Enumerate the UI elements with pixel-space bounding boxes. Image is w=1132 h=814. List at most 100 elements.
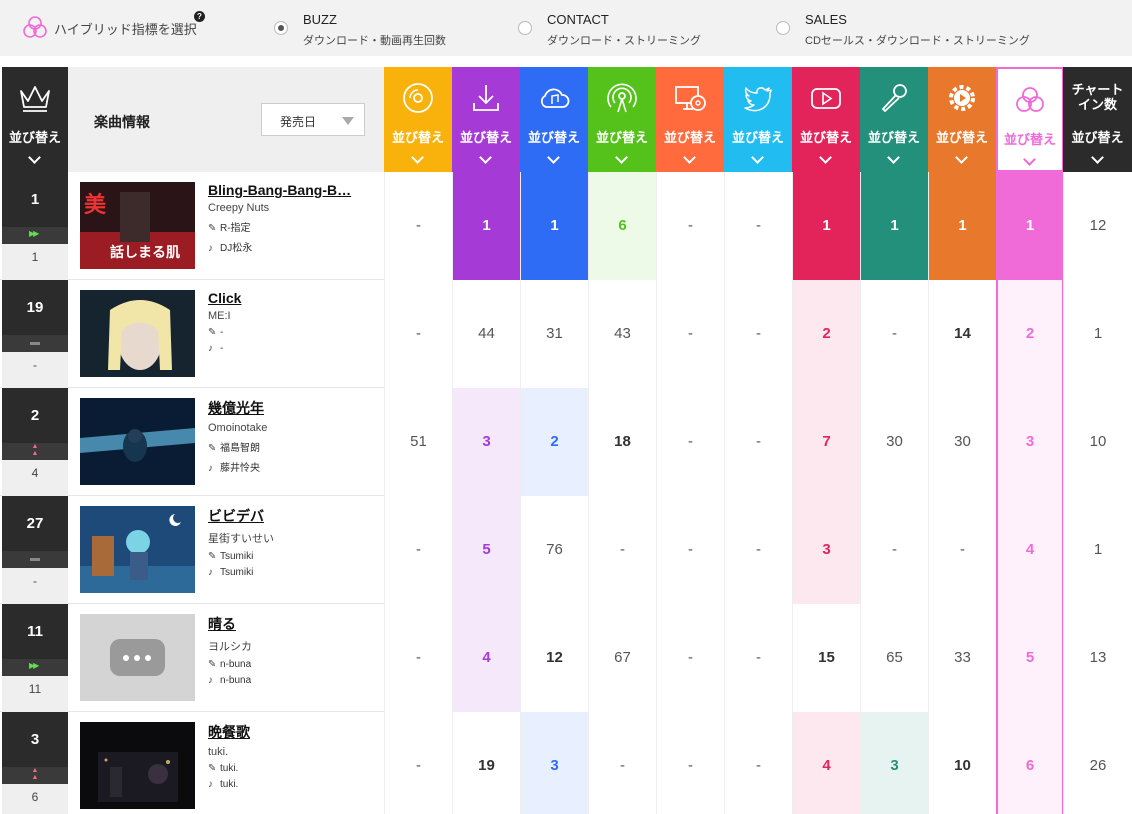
- rank-movement: ▲ ▲: [2, 767, 68, 784]
- table-row: 11 ▶▶ 11 晴る ヨルシカ ✎ n-buna ♪ n-buna -4 12 67- -15 65 33…: [0, 604, 1132, 712]
- song-title-link[interactable]: Bling-Bang-Bang-B…: [208, 182, 378, 198]
- release-date-select[interactable]: 発売日: [261, 103, 365, 136]
- sort-cd-header[interactable]: 並び替え: [384, 67, 452, 172]
- metric-cell: -: [724, 172, 792, 280]
- video-thumbnail[interactable]: [80, 614, 195, 701]
- help-icon[interactable]: ?: [194, 11, 205, 22]
- sort-karaoke-mic-header[interactable]: 並び替え: [860, 67, 928, 172]
- sort-label: 並び替え: [663, 130, 716, 145]
- sort-hybrid-header[interactable]: 並び替え: [996, 67, 1064, 172]
- metric-cell: 1: [452, 172, 520, 280]
- metric-cell: -: [588, 712, 656, 814]
- metric-cell: -: [724, 388, 792, 496]
- video-thumbnail[interactable]: [80, 398, 195, 485]
- song-title-link[interactable]: 幾億光年: [208, 398, 378, 418]
- metric-cell: 1: [860, 172, 928, 280]
- metric-cell: 6: [588, 172, 656, 280]
- previous-rank: 11: [28, 682, 42, 696]
- youtube-icon: [811, 88, 841, 109]
- metric-cell: 4: [996, 496, 1064, 604]
- music-note-icon: ♪: [208, 779, 213, 790]
- chevron-down-icon: [411, 151, 424, 164]
- lyricist-name: -: [220, 327, 224, 338]
- metric-cell: 3: [452, 388, 520, 496]
- video-thumbnail[interactable]: [80, 506, 195, 593]
- metric-cell: -: [384, 280, 452, 388]
- rank-box: 27 -: [2, 496, 68, 604]
- chevron-down-icon: [955, 151, 968, 164]
- metric-cell: 2: [520, 388, 588, 496]
- selector-title: ハイブリッド指標を選択: [54, 22, 197, 37]
- gear-play-icon: [949, 85, 975, 111]
- video-thumbnail[interactable]: [80, 290, 195, 377]
- sort-gear-play-header[interactable]: 並び替え: [928, 67, 996, 172]
- video-thumbnail[interactable]: [80, 722, 195, 809]
- table-row: 19- Click ME:I ✎ - ♪ - -44 31 43- -2-14 2 1: [0, 280, 1132, 388]
- song-info: Bling-Bang-Bang-B… Creepy Nuts ✎ R-指定 ♪ DJ松永: [208, 182, 378, 254]
- sort-download-header[interactable]: 並び替え: [452, 67, 520, 172]
- rise-icon: ▲ ▲: [31, 443, 39, 457]
- composer-line: ♪ 藤井怜央: [208, 459, 378, 474]
- metric-cell: 12: [520, 604, 588, 712]
- metric-cell: -: [656, 280, 724, 388]
- composer-name: n-buna: [220, 675, 252, 686]
- chart-in-count: 1: [1063, 280, 1132, 388]
- metric-cell: 4: [452, 604, 520, 712]
- metric-cell: 2: [792, 280, 860, 388]
- svg-text:話しまる肌: 話しまる肌: [110, 244, 180, 260]
- crown-icon: [20, 86, 50, 112]
- video-thumbnail[interactable]: 美話しまる肌: [80, 182, 195, 269]
- table-row: 1 ▶▶ 1 美話しまる肌 Bling-Bang-Bang-B… Creepy Nuts ✎…: [0, 172, 1132, 280]
- table-row: 27- ビビデバ 星街すいせい ✎ Tsumiki ♪ Tsumiki -5 76- - -3- -4…: [0, 496, 1132, 604]
- chevron-down-icon: [683, 151, 696, 164]
- radio-sales[interactable]: [776, 21, 790, 35]
- song-info: Click ME:I ✎ - ♪ -: [208, 290, 378, 354]
- chevron-down-icon: [28, 151, 41, 164]
- metric-cell: 30: [928, 388, 996, 496]
- metric-cell: 18: [588, 388, 656, 496]
- chart-in-count: 13: [1063, 604, 1132, 712]
- lyricist-name: Tsumiki: [220, 551, 254, 562]
- metric-cell: 3: [792, 496, 860, 604]
- chart-in-title-2: イン数: [1077, 97, 1117, 112]
- pen-icon: ✎: [208, 443, 217, 454]
- sort-pc-cd-header[interactable]: 並び替え: [656, 67, 724, 172]
- rank-box: 11 ▶▶ 11: [2, 604, 68, 712]
- sort-youtube-header[interactable]: 並び替え: [792, 67, 860, 172]
- lyricist-line: ✎ tuki.: [208, 763, 378, 774]
- sort-broadcast-header[interactable]: 並び替え: [588, 67, 656, 172]
- metric-cell: 10: [928, 712, 996, 814]
- pen-icon: ✎: [208, 763, 217, 774]
- rank-box: 19 -: [2, 280, 68, 388]
- sort-cloud-music-header[interactable]: 並び替え: [520, 67, 588, 172]
- metric-cell: 2: [996, 280, 1064, 388]
- metric-cell: 14: [928, 280, 996, 388]
- song-title-link[interactable]: 晩餐歌: [208, 722, 378, 742]
- artist-name: tuki.: [208, 746, 229, 758]
- lyricist-line: ✎ n-buna: [208, 659, 378, 670]
- song-title-link[interactable]: Click: [208, 290, 378, 306]
- pen-icon: ✎: [208, 659, 217, 670]
- song-title-link[interactable]: 晴る: [208, 614, 378, 634]
- current-rank: 2: [2, 388, 68, 443]
- lyricist-line: ✎ 福島智朗: [208, 439, 378, 454]
- song-title-link[interactable]: ビビデバ: [208, 506, 378, 526]
- option-name: SALES: [805, 12, 847, 27]
- sort-twitter-header[interactable]: 並び替え: [724, 67, 792, 172]
- composer-line: ♪ n-buna: [208, 675, 378, 686]
- metric-cell: -: [656, 388, 724, 496]
- radio-contact[interactable]: [518, 21, 532, 35]
- metric-cell: -: [384, 712, 452, 814]
- hybrid-icon: [1016, 87, 1044, 112]
- sort-chart-in-header[interactable]: チャート イン数 並び替え: [1063, 67, 1132, 172]
- chevron-down-icon: [547, 151, 560, 164]
- chart-in-count: 12: [1063, 172, 1132, 280]
- metric-cell: -: [656, 172, 724, 280]
- sort-label: 並び替え: [1071, 130, 1124, 145]
- current-rank: 19: [2, 280, 68, 335]
- metric-cell: 65: [860, 604, 928, 712]
- svg-text:美: 美: [84, 192, 107, 217]
- chevron-down-icon: [479, 151, 492, 164]
- sort-rank-header[interactable]: 並び替え: [2, 67, 68, 172]
- radio-buzz[interactable]: [274, 21, 288, 35]
